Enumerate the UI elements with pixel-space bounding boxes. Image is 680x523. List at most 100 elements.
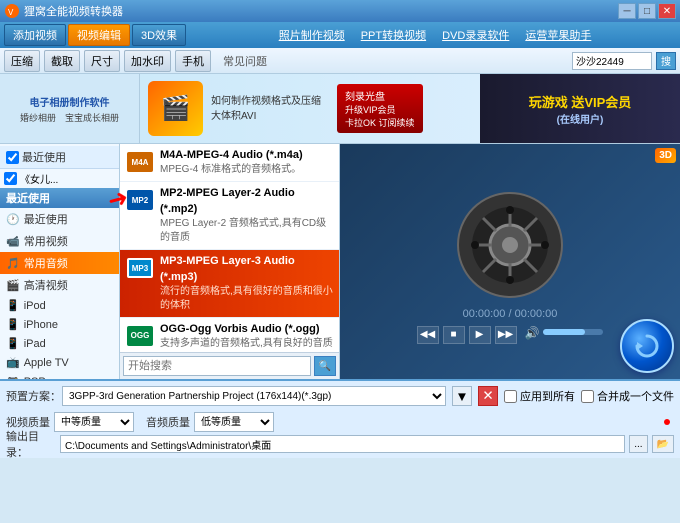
recent-icon: 🕐 <box>6 213 20 226</box>
audio-quality-select[interactable]: 低等质量 <box>194 412 274 432</box>
main-layout: 最近使用 《女儿... 最近使用 🕐 最近使用 📹 常用视频 🎵 常用音频 🎬 … <box>0 144 680 379</box>
badge-3d: 3D <box>655 148 676 163</box>
time-display: 00:00:00 / 00:00:00 <box>463 308 558 320</box>
banner-text: 如何制作视频格式及压缩 大体积AVI <box>211 94 321 124</box>
video-edit-menu[interactable]: 视频编辑 <box>68 24 130 46</box>
compress-button[interactable]: 压缩 <box>4 50 40 72</box>
minimize-button[interactable]: ─ <box>618 3 636 19</box>
apply-all-label[interactable]: 应用到所有 <box>504 388 575 404</box>
close-button[interactable]: ✕ <box>658 3 676 19</box>
preset-dropdown-button[interactable]: ▼ <box>452 386 472 406</box>
sidebar-file-item[interactable]: 《女儿... <box>0 169 119 188</box>
merge-file-checkbox[interactable] <box>581 390 594 403</box>
banner-left-title: 电子相册制作软件 <box>30 94 110 109</box>
output-label: 输出目录： <box>6 428 56 460</box>
preview-panel: 3D <box>340 144 680 379</box>
sidebar-appletv-label: Apple TV <box>24 357 69 369</box>
merge-file-label[interactable]: 合并成一个文件 <box>581 388 674 404</box>
faq-label: 常见问题 <box>223 53 267 69</box>
format-item-mp3[interactable]: MP3 MP3-MPEG Layer-3 Audio (*.mp3) 流行的音频… <box>120 250 339 318</box>
format-item-ogg[interactable]: OGG OGG-Ogg Vorbis Audio (*.ogg) 支持多声道的音… <box>120 318 339 352</box>
ogg-icon: OGG <box>126 322 154 350</box>
ipod-icon: 📱 <box>6 299 20 312</box>
apple-tool-link[interactable]: 运营苹果助手 <box>525 27 591 43</box>
bottom-area: 预置方案： 3GPP-3rd Generation Partnership Pr… <box>0 379 680 458</box>
format-item-m4a[interactable]: M4A M4A-MPEG-4 Audio (*.m4a) MPEG-4 标准格式… <box>120 144 339 182</box>
preset-row: 预置方案： 3GPP-3rd Generation Partnership Pr… <box>6 384 674 408</box>
maximize-button[interactable]: □ <box>638 3 656 19</box>
open-folder-button[interactable]: 📂 <box>652 435 674 453</box>
format-panel: M4A M4A-MPEG-4 Audio (*.m4a) MPEG-4 标准格式… <box>120 144 340 379</box>
banner-middle: 🎬 如何制作视频格式及压缩 大体积AVI 刻录光盘 升级VIP会员 卡拉OK 订… <box>140 74 480 143</box>
sidebar-hd-label: 高清视频 <box>24 277 68 293</box>
dvd-record-link[interactable]: DVD录录软件 <box>442 27 509 43</box>
mp3-text: MP3-MPEG Layer-3 Audio (*.mp3) 流行的音频格式,具… <box>160 254 333 313</box>
sidebar-common-video-label: 常用视频 <box>24 233 68 249</box>
stop-button[interactable]: ■ <box>443 326 465 344</box>
sidebar-item-iphone[interactable]: 📱 iPhone <box>0 315 119 334</box>
sidebar-item-psp[interactable]: 🎮 PSP <box>0 372 119 379</box>
volume-icon: 🔊 <box>525 326 540 344</box>
format-search-button[interactable]: 🔍 <box>314 356 336 376</box>
watermark-button[interactable]: 加水印 <box>124 50 171 72</box>
app-icon: V <box>4 3 20 19</box>
preset-label: 预置方案： <box>6 388 56 404</box>
play-button[interactable]: ▶ <box>469 326 491 344</box>
mp3-icon: MP3 <box>126 254 154 282</box>
ogg-text: OGG-Ogg Vorbis Audio (*.ogg) 支持多声道的音频格式,… <box>160 322 333 351</box>
format-item-mp2[interactable]: MP2 MP2-MPEG Layer-2 Audio (*.mp2) MPEG … <box>120 182 339 250</box>
record-indicator <box>664 419 670 425</box>
recent-label: 最近使用 <box>6 193 50 205</box>
effect-3d-menu[interactable]: 3D效果 <box>132 24 186 46</box>
banner-icon: 🎬 <box>148 81 203 136</box>
hd-icon: 🎬 <box>6 279 20 292</box>
preset-clear-button[interactable]: ✕ <box>478 386 498 406</box>
output-path-input[interactable] <box>60 435 625 453</box>
banner-area: 电子相册制作软件 婚纱相册 宝宝成长相册 🎬 如何制作视频格式及压缩 大体积AV… <box>0 74 680 144</box>
select-all-checkbox[interactable] <box>6 151 19 164</box>
ppt-convert-link[interactable]: PPT转换视频 <box>361 27 426 43</box>
add-video-menu[interactable]: 添加视频 <box>4 24 66 46</box>
sidebar: 最近使用 《女儿... 最近使用 🕐 最近使用 📹 常用视频 🎵 常用音频 🎬 … <box>0 144 120 379</box>
m4a-text: M4A-MPEG-4 Audio (*.m4a) MPEG-4 标准格式的音频格… <box>160 148 303 177</box>
volume-slider[interactable] <box>543 329 603 335</box>
film-reel-svg <box>455 190 565 300</box>
format-search-bar: 🔍 <box>120 352 339 379</box>
file-checkbox[interactable] <box>4 172 17 185</box>
mp2-text: MP2-MPEG Layer-2 Audio (*.mp2) MPEG Laye… <box>160 186 333 245</box>
m4a-icon: M4A <box>126 148 154 176</box>
apply-all-checkbox[interactable] <box>504 390 517 403</box>
sidebar-item-hd[interactable]: 🎬 高清视频 <box>0 274 119 296</box>
sidebar-ipad-label: iPad <box>24 338 46 350</box>
preset-select[interactable]: 3GPP-3rd Generation Partnership Project … <box>62 386 446 406</box>
sidebar-item-common-video[interactable]: 📹 常用视频 <box>0 230 119 252</box>
browse-button[interactable]: ... <box>629 435 647 453</box>
next-button[interactable]: ▶▶ <box>495 326 517 344</box>
sidebar-item-common-audio[interactable]: 🎵 常用音频 <box>0 252 119 274</box>
svg-text:V: V <box>8 8 14 17</box>
sidebar-recent-label: 最近使用 <box>24 211 68 227</box>
toolbar: 压缩 截取 尺寸 加水印 手机 常见问题 搜 <box>0 48 680 74</box>
sidebar-item-ipod[interactable]: 📱 iPod <box>0 296 119 315</box>
app-title: 狸窝全能视频转换器 <box>24 3 618 19</box>
common-video-icon: 📹 <box>6 235 20 248</box>
sidebar-iphone-label: iPhone <box>24 319 58 331</box>
format-search-input[interactable] <box>123 356 311 376</box>
convert-button[interactable] <box>620 319 674 373</box>
phone-button[interactable]: 手机 <box>175 50 211 72</box>
search-input[interactable] <box>572 52 652 70</box>
banner-right[interactable]: 玩游戏 送VIP会员 (在线用户) <box>480 74 680 143</box>
video-quality-select[interactable]: 中等质量 <box>54 412 134 432</box>
cut-button[interactable]: 截取 <box>44 50 80 72</box>
sidebar-item-recent[interactable]: 🕐 最近使用 <box>0 208 119 230</box>
prev-button[interactable]: ◀◀ <box>417 326 439 344</box>
quality-row: 视频质量 中等质量 音频质量 低等质量 <box>6 411 674 433</box>
sidebar-item-appletv[interactable]: 📺 Apple TV <box>0 353 119 372</box>
appletv-icon: 📺 <box>6 356 20 369</box>
photo-video-link[interactable]: 照片制作视频 <box>279 27 345 43</box>
resize-button[interactable]: 尺寸 <box>84 50 120 72</box>
search-button[interactable]: 搜 <box>656 52 676 70</box>
window-controls: ─ □ ✕ <box>618 3 676 19</box>
dvd-record-ad[interactable]: 刻录光盘 升级VIP会员 卡拉OK 订阅续续 <box>337 84 423 133</box>
sidebar-item-ipad[interactable]: 📱 iPad <box>0 334 119 353</box>
